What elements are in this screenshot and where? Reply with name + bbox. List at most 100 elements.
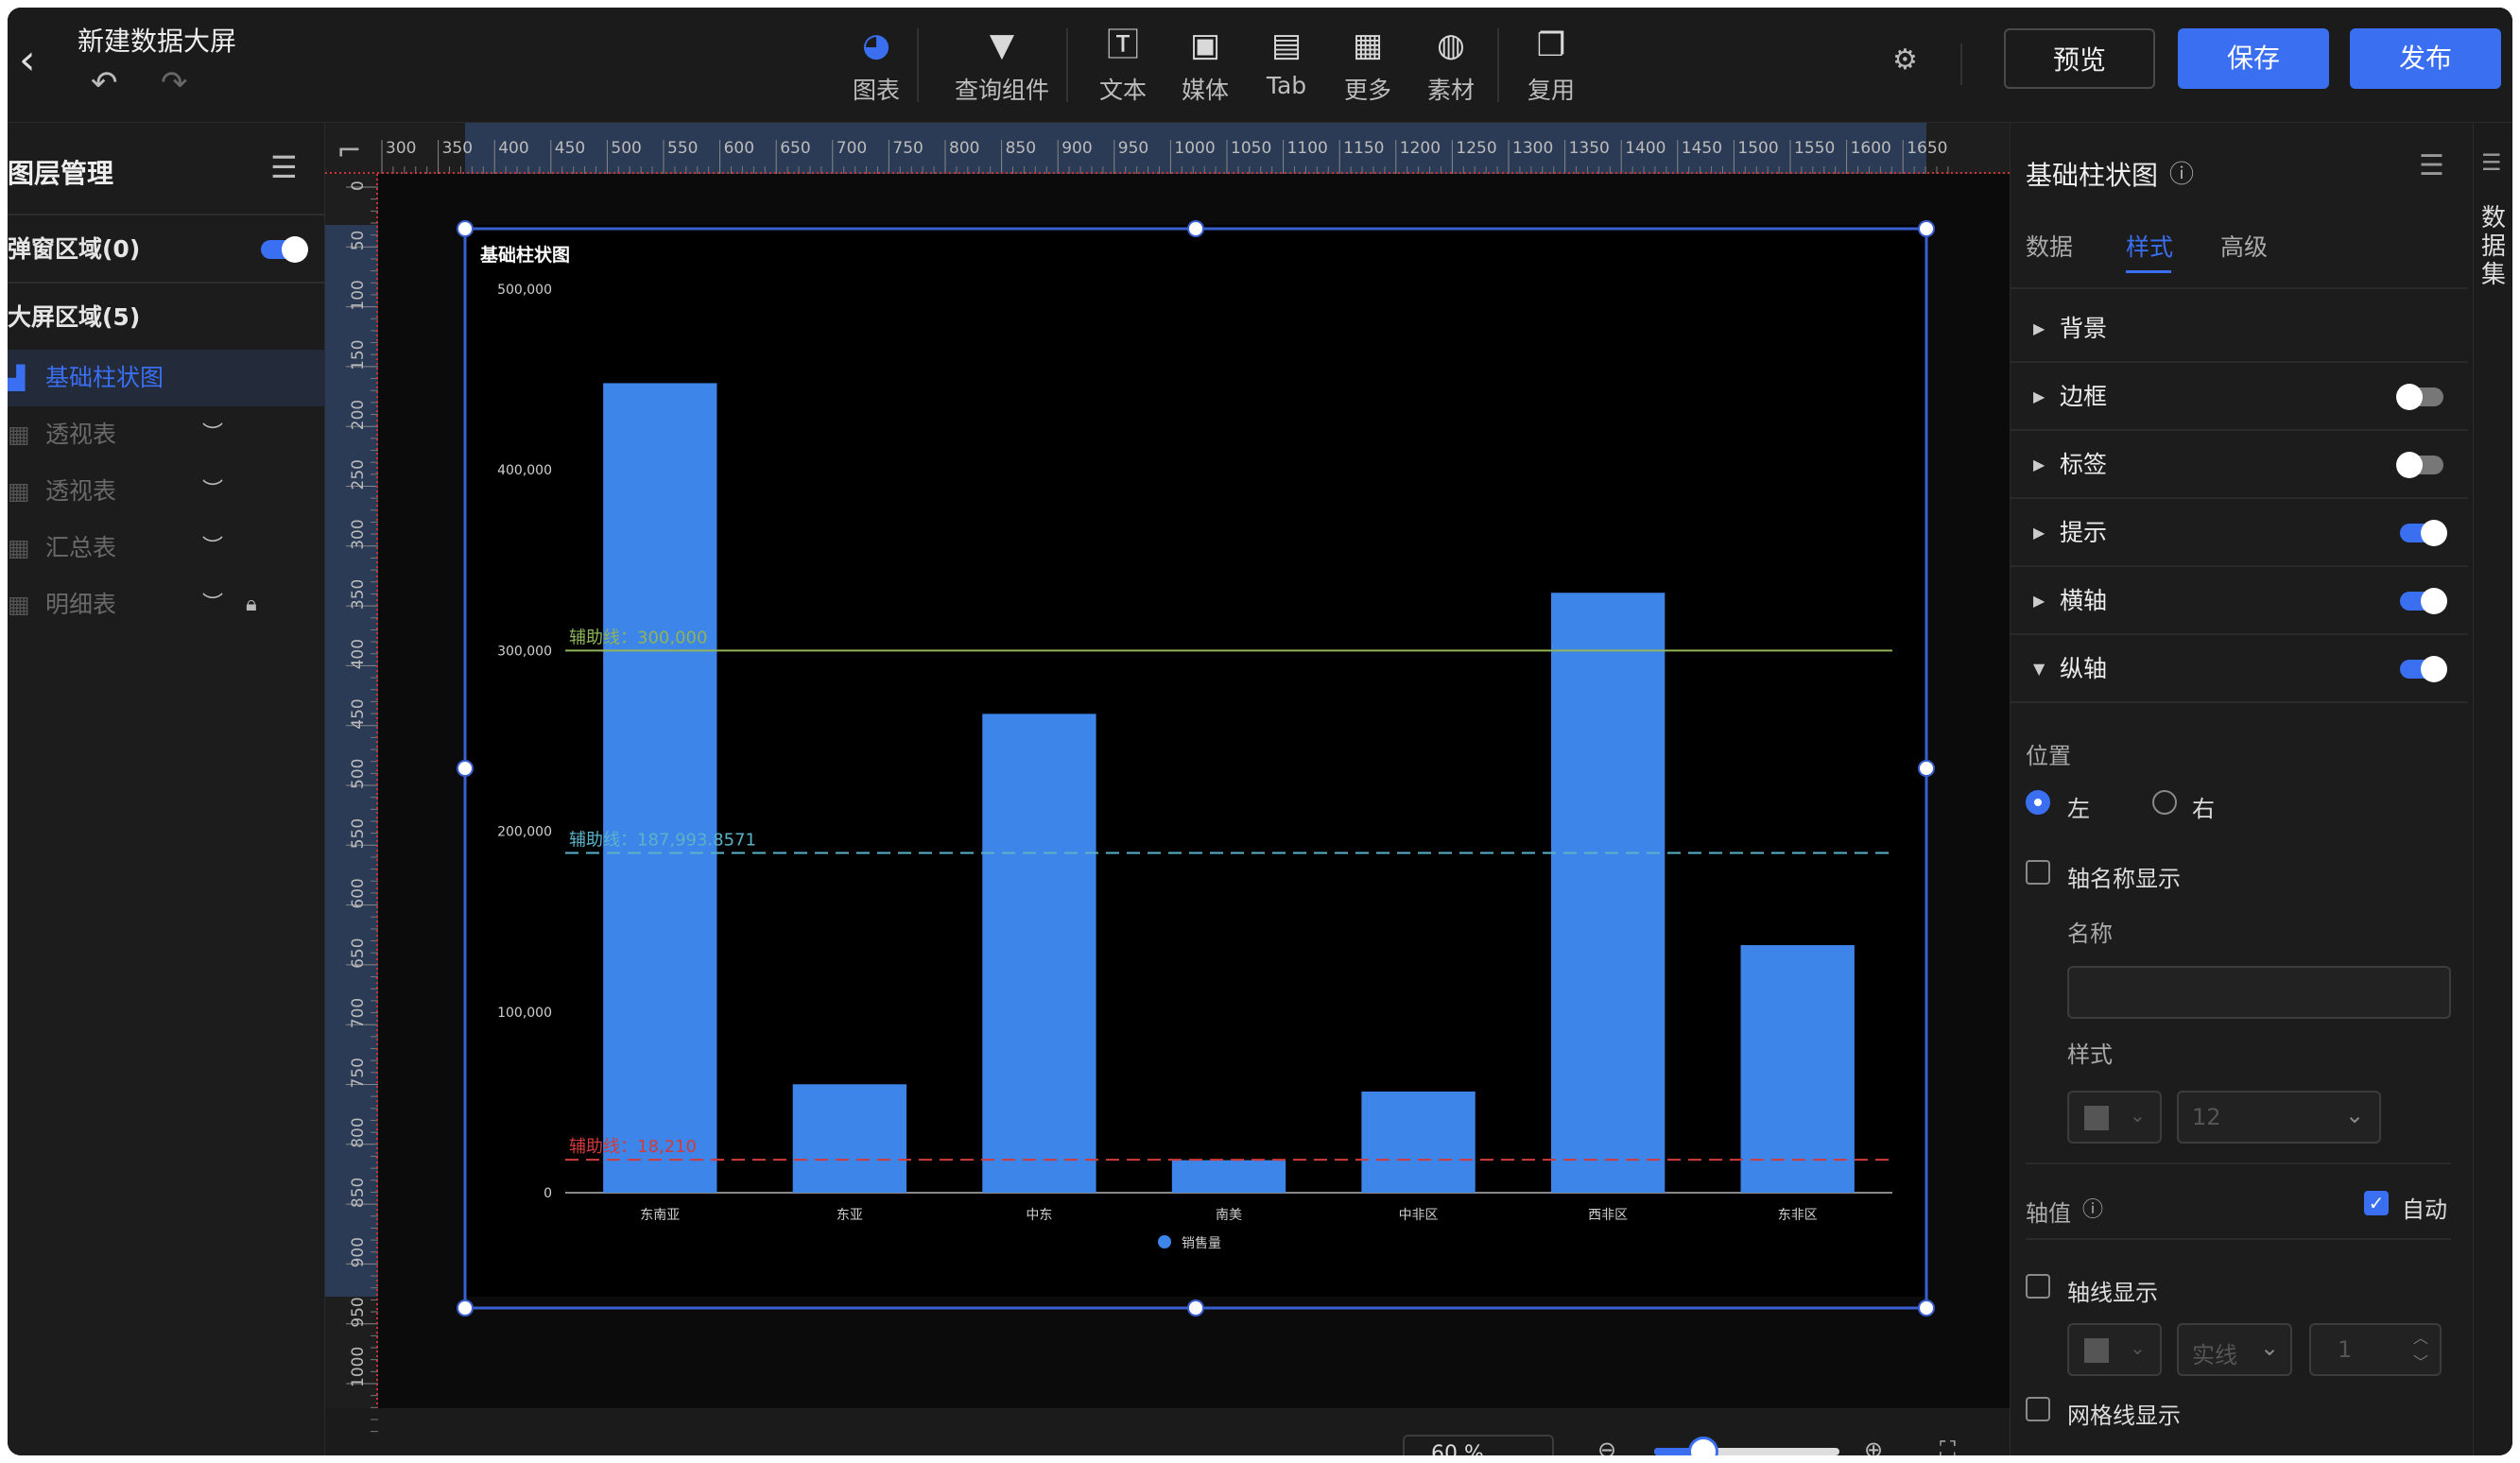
tab-data[interactable]: 数据 <box>2026 229 2073 263</box>
layer-item[interactable]: ▟ 基础柱状图 <box>8 350 325 406</box>
ruler-label: 800 <box>349 1117 368 1147</box>
axis-line-label: 轴线显示 <box>2067 1280 2158 1306</box>
border-toggle[interactable] <box>2396 384 2443 410</box>
collapse-panel-icon[interactable]: ☰ <box>270 149 298 185</box>
ruler-label: 1050 <box>1231 139 1271 158</box>
auto-checkbox[interactable]: ✓ <box>2364 1191 2389 1215</box>
popup-area-toggle[interactable] <box>261 236 308 263</box>
resize-handle[interactable] <box>1918 760 1935 777</box>
x-axis-toggle[interactable] <box>2400 588 2447 614</box>
resize-handle[interactable] <box>1918 220 1935 237</box>
line-style-select[interactable]: 实线 ⌄ <box>2177 1323 2292 1376</box>
publish-button[interactable]: 发布 <box>2350 28 2501 89</box>
back-icon[interactable]: ‹ <box>19 40 36 81</box>
tab-style[interactable]: 样式 <box>2126 229 2173 263</box>
chevron-up-icon[interactable]: ︿ <box>2413 1325 2428 1348</box>
reference-line-label: 辅助线：187,993.8571 <box>569 831 756 851</box>
tab-advanced[interactable]: 高级 <box>2220 229 2268 263</box>
bar-0 <box>603 383 717 1193</box>
redo-icon[interactable]: ↷ <box>161 64 188 102</box>
section-border[interactable]: ▶ 边框 <box>2011 363 2468 431</box>
component-title: 基础柱状图 <box>2026 160 2159 191</box>
toolbar-chart[interactable]: ◕ 图表 <box>824 25 928 110</box>
axis-name-checkbox[interactable] <box>2026 860 2050 885</box>
auto-label: 自动 <box>2402 1196 2447 1223</box>
ruler-label: 300 <box>349 519 368 549</box>
panel-menu-icon[interactable]: ☰ <box>2419 149 2444 182</box>
layer-item[interactable]: ▦ 透视表 ︶ <box>8 463 325 520</box>
zoom-slider[interactable] <box>1654 1437 1839 1455</box>
section-background[interactable]: ▶ 背景 <box>2011 295 2468 363</box>
ruler-label: 450 <box>555 139 585 158</box>
axis-name-input[interactable] <box>2067 966 2451 1019</box>
resize-handle[interactable] <box>1187 220 1204 237</box>
dataset-rail[interactable]: ☰ 数据集 <box>2473 123 2512 1455</box>
rail-menu-icon[interactable]: ☰ <box>2481 149 2502 176</box>
ruler-label: 550 <box>349 818 368 849</box>
y-tick-label: 400,000 <box>497 463 552 478</box>
preview-button[interactable]: 预览 <box>2004 28 2155 89</box>
divider <box>8 282 325 284</box>
ruler-label: 300 <box>386 139 416 158</box>
settings-sliders-icon[interactable]: ⚙ <box>1892 43 1918 77</box>
save-button[interactable]: 保存 <box>2178 28 2329 89</box>
undo-icon[interactable]: ↶ <box>91 64 118 102</box>
y-tick-label: 300,000 <box>497 644 552 659</box>
layer-item[interactable]: ▦ 明细表 ︶ 🔒︎ <box>8 577 325 633</box>
line-style-value: 实线 <box>2192 1342 2237 1368</box>
resize-handle[interactable] <box>457 760 474 777</box>
axis-value-label: 轴值 <box>2026 1200 2071 1227</box>
section-y-axis[interactable]: ▼ 纵轴 <box>2011 635 2468 703</box>
zoom-out-icon[interactable]: ⊖ <box>1597 1437 1616 1455</box>
ruler-label: 750 <box>892 139 923 158</box>
section-tooltip[interactable]: ▶ 提示 <box>2011 499 2468 567</box>
label-toggle[interactable] <box>2396 452 2443 478</box>
info-icon[interactable]: ⓘ <box>2082 1193 2103 1223</box>
zoom-in-icon[interactable]: ⊕ <box>1864 1437 1883 1455</box>
font-color-select[interactable]: ⌄ <box>2067 1091 2162 1144</box>
ruler-label: 400 <box>498 139 528 158</box>
ruler-label: 850 <box>1006 139 1036 158</box>
ruler-label: 100 <box>349 280 368 310</box>
fit-screen-icon[interactable]: ⛶ <box>1940 1437 1956 1455</box>
chevron-down-icon[interactable]: ﹀ <box>2413 1350 2428 1372</box>
resize-handle[interactable] <box>1918 1299 1935 1317</box>
resize-handle[interactable] <box>457 220 474 237</box>
font-size-select[interactable]: 12 ⌄ <box>2177 1091 2381 1144</box>
radio-left[interactable] <box>2026 790 2050 815</box>
zoom-input[interactable]: 60 % <box>1403 1435 1554 1455</box>
eye-closed-icon[interactable]: ︶ <box>202 520 223 577</box>
line-color-select[interactable]: ⌄ <box>2067 1323 2162 1376</box>
layer-item[interactable]: ▦ 透视表 ︶ <box>8 406 325 463</box>
toolbar-assets[interactable]: ◍ 素材 <box>1399 25 1503 110</box>
toolbar-query[interactable]: ▼ 查询组件 <box>948 25 1056 110</box>
resize-handle[interactable] <box>457 1299 474 1317</box>
eye-closed-icon[interactable]: ︶ <box>202 463 223 520</box>
lock-icon[interactable]: 🔒︎ <box>246 577 257 633</box>
grid-line-checkbox[interactable] <box>2026 1397 2050 1421</box>
table-icon: ▦ <box>8 477 30 505</box>
chevron-down-icon: ⌄ <box>2345 1102 2365 1128</box>
section-label[interactable]: ▶ 标签 <box>2011 431 2468 499</box>
divider <box>2011 287 2468 289</box>
copy-icon: ❐ <box>1536 26 1566 64</box>
y-tick-label: 500,000 <box>497 283 552 298</box>
resize-handle[interactable] <box>1187 1299 1204 1317</box>
y-axis-toggle[interactable] <box>2400 656 2447 682</box>
toolbar-reuse[interactable]: ❐ 复用 <box>1499 25 1603 110</box>
section-x-axis[interactable]: ▶ 横轴 <box>2011 567 2468 635</box>
zoom-value: 60 % <box>1431 1442 1484 1455</box>
ruler-label: 450 <box>349 698 368 729</box>
tooltip-toggle[interactable] <box>2400 520 2447 546</box>
radio-right[interactable] <box>2152 790 2177 815</box>
layer-item[interactable]: ▦ 汇总表 ︶ <box>8 520 325 577</box>
layer-item-label: 基础柱状图 <box>45 364 164 391</box>
eye-closed-icon[interactable]: ︶ <box>202 577 223 633</box>
ruler-label: 1000 <box>349 1347 368 1387</box>
eye-closed-icon[interactable]: ︶ <box>202 406 223 463</box>
info-icon[interactable]: ⓘ <box>2169 155 2194 190</box>
line-width-stepper[interactable]: 1 ︿ ﹀ <box>2309 1323 2442 1376</box>
axis-line-checkbox[interactable] <box>2026 1274 2050 1299</box>
chart-pie-icon: ◕ <box>862 26 890 64</box>
grid-line-label: 网格线显示 <box>2067 1403 2181 1429</box>
